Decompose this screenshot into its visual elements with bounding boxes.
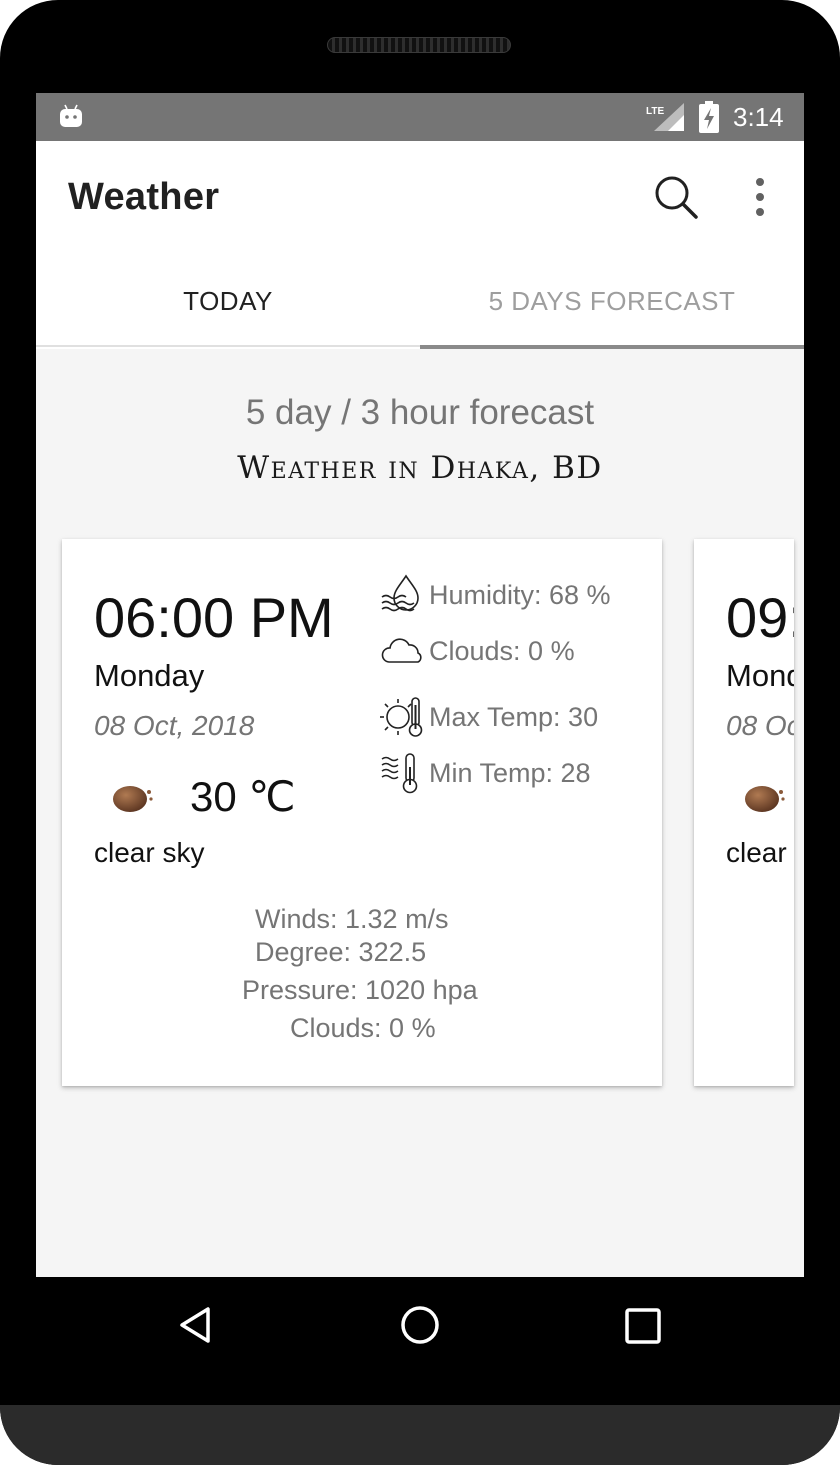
android-icon xyxy=(60,104,82,127)
min-temp-text: Min Temp: 28 xyxy=(429,757,591,788)
clouds-bottom-text: Clouds: 0 % xyxy=(290,1013,436,1043)
humidity-text: Humidity: 68 % xyxy=(429,579,611,610)
weather-description: clear sky xyxy=(94,837,205,868)
degree-text: Degree: 322.5 xyxy=(255,937,427,967)
max-temp-text: Max Temp: 30 xyxy=(429,701,599,732)
forecast-title: 5 day / 3 hour forecast xyxy=(245,393,595,432)
forecast-date: 08 Oct, 2018 xyxy=(94,710,255,741)
tab-indicator xyxy=(420,345,804,349)
device-speaker xyxy=(327,37,511,53)
forecast-card[interactable]: 06:00 PM Monday 08 Oct, 2018 30 ℃ clear … xyxy=(62,539,662,1086)
recents-icon[interactable] xyxy=(622,1305,664,1347)
humidity-row: Humidity: 68 % xyxy=(380,573,611,617)
forecast-time: 09: xyxy=(726,586,794,649)
forecast-day: Mond xyxy=(726,658,794,693)
cold-thermometer-icon xyxy=(381,753,418,794)
humidity-icon xyxy=(381,574,419,612)
cloud-icon xyxy=(381,638,422,663)
status-time: 3:14 xyxy=(733,102,784,132)
min-temp-row: Min Temp: 28 xyxy=(380,751,591,795)
home-icon[interactable] xyxy=(398,1303,442,1347)
forecast-time: 06:00 PM xyxy=(94,586,334,649)
lte-signal-icon: LTE xyxy=(646,103,684,131)
tab-today[interactable]: TODAY xyxy=(36,253,420,349)
app-bar: Weather xyxy=(36,141,804,253)
status-bar: LTE 3:14 xyxy=(36,93,804,141)
device-frame: LTE 3:14 Weather TODAY 5 DAYS FORECAST 5… xyxy=(0,0,840,1465)
tab-forecast-label: 5 DAYS FORECAST xyxy=(488,285,736,316)
forecast-card-next[interactable]: 09: Mond 08 Oc clear xyxy=(694,539,794,1086)
max-temp-row: Max Temp: 30 xyxy=(380,695,598,739)
clear-sky-night-icon xyxy=(745,786,785,812)
back-icon[interactable] xyxy=(176,1303,220,1347)
clear-sky-night-icon xyxy=(113,786,153,812)
forecast-date: 08 Oc xyxy=(726,710,794,741)
tab-bar: TODAY 5 DAYS FORECAST xyxy=(36,253,804,349)
tab-5-days-forecast[interactable]: 5 DAYS FORECAST xyxy=(420,253,804,349)
weather-description: clear xyxy=(726,837,787,868)
hot-thermometer-icon xyxy=(380,697,423,737)
device-chin xyxy=(0,1405,840,1465)
app-title: Weather xyxy=(68,176,220,218)
more-vert-icon[interactable] xyxy=(746,177,774,217)
search-icon[interactable] xyxy=(652,173,700,221)
svg-text:LTE: LTE xyxy=(646,106,664,117)
winds-text: Winds: 1.32 m/s xyxy=(255,904,449,934)
forecast-temperature: 30 ℃ xyxy=(190,773,296,820)
clouds-row: Clouds: 0 % xyxy=(380,629,575,673)
battery-charging-icon xyxy=(699,101,719,133)
navigation-bar xyxy=(36,1277,804,1373)
pressure-text: Pressure: 1020 hpa xyxy=(242,975,478,1005)
forecast-day: Monday xyxy=(94,658,205,693)
location-subtitle: Weather in Dhaka, BD xyxy=(237,450,603,486)
app-screen: LTE 3:14 Weather TODAY 5 DAYS FORECAST 5… xyxy=(36,93,804,1277)
clouds-text: Clouds: 0 % xyxy=(429,635,575,666)
tab-today-label: TODAY xyxy=(183,285,273,316)
